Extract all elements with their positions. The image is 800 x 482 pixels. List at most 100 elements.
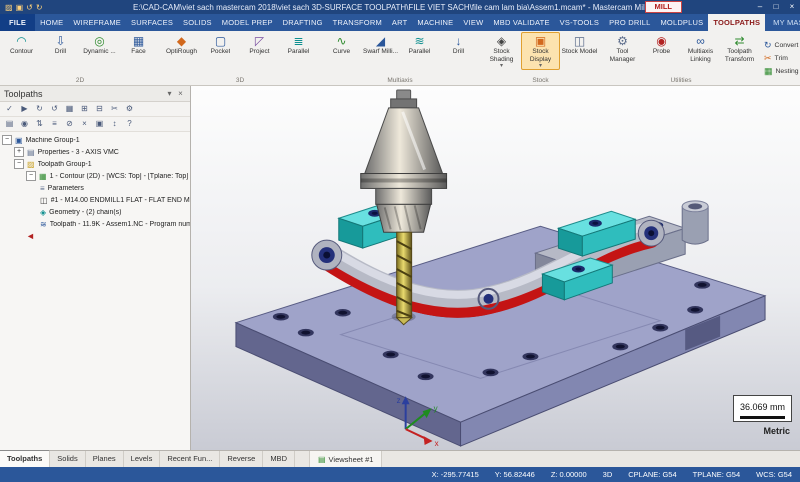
- status-cplane[interactable]: CPLANE: G54: [628, 470, 676, 479]
- redo-icon[interactable]: ↻: [36, 3, 43, 12]
- project-button[interactable]: ◸ Project: [240, 32, 279, 57]
- tab-surfaces[interactable]: SURFACES: [126, 14, 178, 31]
- options-icon[interactable]: ⚙: [122, 102, 137, 116]
- tree-item-contour-operation[interactable]: − ▦ 1 - Contour (2D) - [WCS: Top] - [Tpl…: [0, 170, 190, 182]
- viewsheet-tab[interactable]: ▤ Viewsheet #1: [308, 451, 383, 467]
- dynamic-mill-button[interactable]: ◎ Dynamic ...: [80, 32, 119, 57]
- select-all-operations-icon[interactable]: ✓: [2, 102, 17, 116]
- help-icon[interactable]: ?: [122, 117, 137, 131]
- drill-multiaxis-icon: ↓: [455, 34, 462, 48]
- tab-art[interactable]: ART: [387, 14, 412, 31]
- tab-file[interactable]: FILE: [0, 14, 36, 31]
- curve-button[interactable]: ∿ Curve: [322, 32, 361, 57]
- toggle-lock-icon[interactable]: ⊘: [62, 117, 77, 131]
- tree-item-toolpath-file[interactable]: ≋ Toolpath - 11.9K - Assem1.NC - Program…: [0, 218, 190, 230]
- close-button[interactable]: ×: [784, 0, 800, 14]
- trim-button[interactable]: ✂ Trim: [764, 53, 800, 64]
- toolpath-group-icon: ▨: [27, 159, 35, 169]
- model-canvas[interactable]: z y x: [191, 86, 800, 450]
- insert-arrow-move-icon[interactable]: ↕: [107, 117, 122, 131]
- bottom-tab-mbd[interactable]: MBD: [263, 451, 295, 467]
- minimize-button[interactable]: –: [752, 0, 768, 14]
- probe-button[interactable]: ◉ Probe: [642, 32, 681, 57]
- tab-mbd-validate[interactable]: MBD VALIDATE: [488, 14, 554, 31]
- expand-all-icon[interactable]: ⊞: [77, 102, 92, 116]
- tab-vs-tools[interactable]: VS-TOOLS: [555, 14, 604, 31]
- regen-dirty-icon[interactable]: ↺: [47, 102, 62, 116]
- insert-position-arrow[interactable]: ◄: [0, 230, 190, 242]
- drill-button[interactable]: ⇩ Drill: [41, 32, 80, 57]
- tab-pro-drill[interactable]: PRO DRILL: [604, 14, 655, 31]
- expander-icon[interactable]: +: [14, 147, 24, 157]
- parallel-button[interactable]: ≣ Parallel: [279, 32, 318, 57]
- tab-view[interactable]: VIEW: [458, 14, 488, 31]
- panel-close-icon[interactable]: ×: [175, 89, 186, 98]
- graphics-viewport[interactable]: z y x 36.069 mm Metric: [191, 86, 800, 450]
- context-tab-mill[interactable]: MILL: [644, 1, 682, 13]
- stock-model-button[interactable]: ◫ Stock Model: [560, 32, 599, 57]
- toggle-display-icon[interactable]: ▣: [92, 117, 107, 131]
- optirough-button[interactable]: ◆ OptiRough: [162, 32, 201, 57]
- nesting-button[interactable]: ▦ Nesting: [764, 66, 800, 77]
- convert-to-5axis-button[interactable]: ↻ Convert to 5-axis: [764, 40, 800, 51]
- expander-icon[interactable]: −: [2, 135, 12, 145]
- backplot-icon[interactable]: ▶: [17, 102, 32, 116]
- stock-display-button[interactable]: ▣ Stock Display ▾: [521, 32, 560, 70]
- toolpath-list-icon[interactable]: ≡: [47, 117, 62, 131]
- tab-solids[interactable]: SOLIDS: [178, 14, 217, 31]
- bottom-tab-planes[interactable]: Planes: [86, 451, 124, 467]
- expander-icon[interactable]: −: [26, 171, 36, 181]
- maximize-button[interactable]: □: [768, 0, 784, 14]
- tree-item-toolpath-group[interactable]: − ▨ Toolpath Group-1: [0, 158, 190, 170]
- expander-icon[interactable]: −: [14, 159, 24, 169]
- stock-shading-button[interactable]: ◈ Stock Shading ▾: [482, 32, 521, 70]
- tree-item-machine-group[interactable]: − ▣ Machine Group-1: [0, 134, 190, 146]
- post-icon[interactable]: ▤: [2, 117, 17, 131]
- bottom-tab-toolpaths[interactable]: Toolpaths: [0, 450, 51, 467]
- collapse-all-icon[interactable]: ⊟: [92, 102, 107, 116]
- tab-moldplus[interactable]: MOLDPLUS: [655, 14, 708, 31]
- axis-x-label: x: [435, 439, 439, 448]
- tree-item-tool[interactable]: ◫ #1 - M14.00 ENDMILL1 FLAT - FLAT END M…: [0, 194, 190, 206]
- tab-wireframe[interactable]: WIREFRAME: [68, 14, 126, 31]
- bottom-tab-levels[interactable]: Levels: [124, 451, 161, 467]
- toggle-post-icon[interactable]: ×: [77, 117, 92, 131]
- contour-button[interactable]: ◠ Contour: [2, 32, 41, 57]
- pocket-button[interactable]: ▢ Pocket: [201, 32, 240, 57]
- toolpath-transform-button[interactable]: ⇄ Toolpath Transform: [720, 32, 759, 64]
- verify-icon[interactable]: ▦: [62, 102, 77, 116]
- cylinder-pin[interactable]: [681, 200, 709, 245]
- swarf-milling-button[interactable]: ◢ Swarf Milli...: [361, 32, 400, 57]
- drill-multiaxis-button[interactable]: ↓ Drill: [439, 32, 478, 57]
- bottom-tab-solids[interactable]: Solids: [50, 451, 86, 467]
- tab-toolpaths[interactable]: TOOLPATHS: [708, 14, 766, 31]
- move-operation-icon[interactable]: ⇅: [32, 117, 47, 131]
- bottom-tab-reverse[interactable]: Reverse: [220, 451, 264, 467]
- panel-pin-icon[interactable]: ▾: [164, 89, 175, 98]
- scale-indicator: 36.069 mm: [732, 395, 792, 422]
- delete-operations-icon[interactable]: ✂: [107, 102, 122, 116]
- my-mastercam-link[interactable]: MY MASTERCAM: [765, 14, 800, 31]
- open-file-icon[interactable]: ▨: [5, 3, 13, 12]
- status-tplane[interactable]: TPLANE: G54: [693, 470, 741, 479]
- tree-item-parameters[interactable]: ≡ Parameters: [0, 182, 190, 194]
- status-wcs[interactable]: WCS: G54: [756, 470, 792, 479]
- tree-item-properties[interactable]: + ▤ Properties - 3 - AXIS VMC: [0, 146, 190, 158]
- tool-manager-button[interactable]: ⚙ Tool Manager: [603, 32, 642, 64]
- undo-icon[interactable]: ↺: [26, 3, 33, 12]
- tab-drafting[interactable]: DRAFTING: [278, 14, 328, 31]
- tab-transform[interactable]: TRANSFORM: [328, 14, 387, 31]
- tab-home[interactable]: HOME: [35, 14, 68, 31]
- bottom-tab-recent-functions[interactable]: Recent Fun...: [160, 451, 221, 467]
- tab-model-prep[interactable]: MODEL PREP: [217, 14, 278, 31]
- tree-item-geometry[interactable]: ◈ Geometry - (2) chain(s): [0, 206, 190, 218]
- status-mode-toggle[interactable]: 3D: [603, 470, 613, 479]
- regen-selected-icon[interactable]: ↻: [32, 102, 47, 116]
- tab-machine[interactable]: MACHINE: [412, 14, 458, 31]
- pocket-label: Pocket: [210, 48, 231, 55]
- save-icon[interactable]: ▣: [16, 3, 24, 12]
- parallel-multiaxis-button[interactable]: ≋ Parallel: [400, 32, 439, 57]
- simulate-icon[interactable]: ◉: [17, 117, 32, 131]
- multiaxis-linking-button[interactable]: ∞ Multiaxis Linking: [681, 32, 720, 64]
- face-button[interactable]: ▦ Face: [119, 32, 158, 57]
